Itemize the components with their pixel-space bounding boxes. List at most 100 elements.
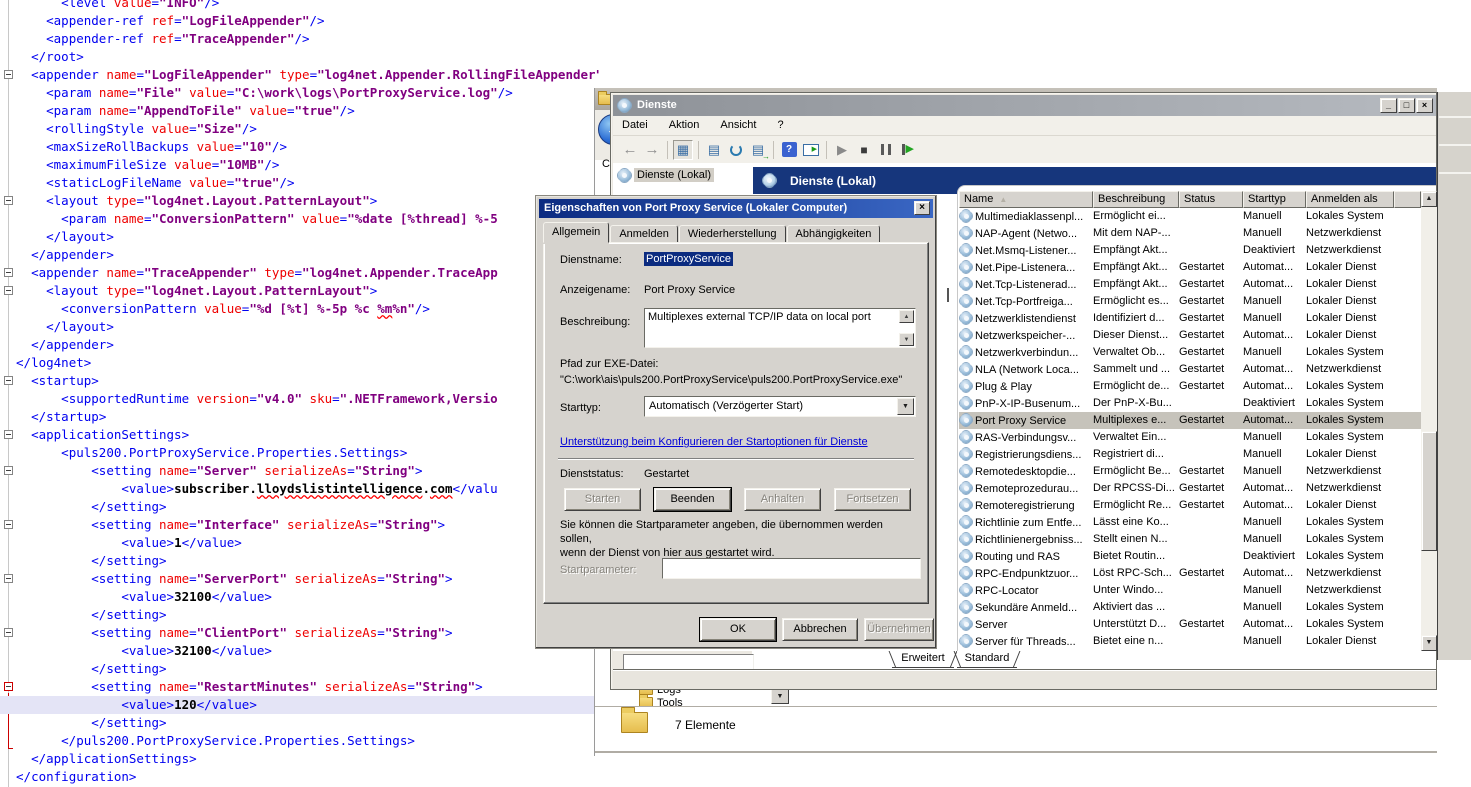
stop-button[interactable]: Beenden [654,488,731,511]
status-cell [1179,225,1243,242]
start-type-select[interactable]: Automatisch (Verzögerter Start) ▼ [644,396,916,417]
menu-aktion[interactable]: Aktion [660,116,709,134]
service-row[interactable]: ServerUnterstützt D...GestartetAutomat..… [959,616,1421,633]
tab-anmelden[interactable]: Anmelden [610,225,678,243]
menu-datei[interactable]: Datei [613,116,657,134]
tab-allgemein[interactable]: Allgemein [543,222,609,243]
service-gear-icon [960,363,972,375]
service-row[interactable]: NLA (Network Loca...Sammelt und ...Gesta… [959,361,1421,378]
service-row[interactable]: RemoteregistrierungErmöglicht Re...Gesta… [959,497,1421,514]
divider [773,141,774,159]
service-name-cell: Sekundäre Anmeld... [959,599,1093,616]
tab-abhaengigkeiten[interactable]: Abhängigkeiten [787,225,881,243]
tree-item-dienste-lokal[interactable]: Dienste (Lokal) [618,168,714,182]
status-bar-text: 7 Elemente [675,718,736,732]
service-row[interactable]: Registrierungsdiens...Registriert di...M… [959,446,1421,463]
service-row[interactable]: Port Proxy ServiceMultiplexes e...Gestar… [959,412,1421,429]
stop-service-icon[interactable]: ■ [854,140,874,160]
services-list[interactable]: Multimediaklassenpl...Ermöglicht ei...Ma… [959,208,1421,650]
restart-service-icon[interactable] [898,140,918,160]
properties-icon[interactable]: ▤ [704,140,724,160]
service-row[interactable]: Netzwerkspeicher-...Dieser Dienst...Gest… [959,327,1421,344]
refresh-icon[interactable] [726,140,746,160]
service-name-cell: Net.Msmq-Listener... [959,242,1093,259]
service-row[interactable]: PnP-X-IP-Busenum...Der PnP-X-Bu...Deakti… [959,395,1421,412]
column-header-name[interactable]: Name▲ [959,191,1093,208]
service-row[interactable]: NetzwerklistendienstIdentifiziert d...Ge… [959,310,1421,327]
tab-wiederherstellung[interactable]: Wiederherstellung [679,225,786,243]
code-line: <setting name="ClientPort" serializeAs="… [0,624,600,642]
service-row[interactable]: Net.Tcp-Portfreiga...Ermöglicht es...Ges… [959,293,1421,310]
tab-erweitert[interactable]: Erweitert [892,651,954,668]
service-row[interactable]: Richtlinienergebniss...Stellt einen N...… [959,531,1421,548]
column-header-status[interactable]: Status [1179,191,1243,208]
chevron-down-icon[interactable]: ▼ [897,398,914,415]
column-header-beschreibung[interactable]: Beschreibung [1093,191,1179,208]
service-name-cell: Net.Pipe-Listenera... [959,259,1093,276]
code-text: <level value="INFO"/> <appender-ref ref=… [0,0,600,786]
start-params-input[interactable] [662,558,921,579]
xml-code-editor[interactable]: <level value="INFO"/> <appender-ref ref=… [0,0,600,787]
address-path-fragment: C [602,158,610,170]
folder-item[interactable]: Tools [639,697,839,706]
scrollbar-thumb[interactable] [1421,431,1437,551]
service-row[interactable]: NAP-Agent (Netwo...Mit dem NAP-...Manuel… [959,225,1421,242]
column-header-anmelden-als[interactable]: Anmelden als [1306,191,1394,208]
start-button[interactable]: Starten [564,488,641,511]
menu-ansicht[interactable]: Ansicht [711,116,765,134]
back-icon[interactable]: ← [620,140,640,160]
close-icon[interactable]: × [914,201,930,215]
column-header-starttyp[interactable]: Starttyp [1243,191,1306,208]
forward-icon[interactable]: → [642,140,662,160]
service-row[interactable]: Server für Threads...Bietet eine n...Man… [959,633,1421,650]
service-row[interactable]: Plug & PlayErmöglicht de...GestartetAuto… [959,378,1421,395]
divider [826,141,827,159]
service-row[interactable]: Sekundäre Anmeld...Aktiviert das ...Manu… [959,599,1421,616]
service-row[interactable]: Richtlinie zum Entfe...Lässt eine Ko...M… [959,514,1421,531]
description-field[interactable]: Multiplexes external TCP/IP data on loca… [644,308,916,348]
export-list-icon[interactable]: ▤ [748,140,768,160]
service-name-value[interactable]: PortProxyService [644,253,733,265]
show-console-tree-icon[interactable]: ▦ [673,140,693,160]
service-row[interactable]: RAS-Verbindungsv...Verwaltet Ein...Manue… [959,429,1421,446]
cancel-button[interactable]: Abbrechen [782,618,858,641]
scroll-up-button[interactable]: ▲ [1421,191,1437,207]
service-gear-icon [960,414,972,426]
menu-help[interactable]: ? [769,116,793,134]
service-row[interactable]: RPC-LocatorUnter Windo...ManuellNetzwerk… [959,582,1421,599]
start-service-icon[interactable]: ▶ [832,140,852,160]
service-row[interactable]: Net.Msmq-Listener...Empfängt Akt...Deakt… [959,242,1421,259]
service-row[interactable]: Net.Tcp-Listenerad...Empfängt Akt...Gest… [959,276,1421,293]
service-row[interactable]: RPC-Endpunktzuor...Löst RPC-Sch...Gestar… [959,565,1421,582]
scroll-up-icon[interactable]: ▲ [899,310,914,323]
resume-button[interactable]: Fortsetzen [834,488,911,511]
startup-options-link[interactable]: Unterstützung beim Konfigurieren der Sta… [560,436,868,448]
close-button[interactable]: × [1416,98,1433,113]
service-row[interactable]: Remotedesktopdie...Ermöglicht Be...Gesta… [959,463,1421,480]
service-row[interactable]: Net.Pipe-Listenera...Empfängt Akt...Gest… [959,259,1421,276]
screen: { "colors": { "dialog_titlebar": "#0c2b8… [0,0,1471,787]
help-icon[interactable]: ? [779,140,799,160]
status-cell [1179,429,1243,446]
dialog-titlebar[interactable]: Eigenschaften von Port Proxy Service (Lo… [539,199,933,218]
logon-cell: Lokales System [1306,599,1421,616]
vertical-scrollbar[interactable]: ▲ ▼ [1421,191,1437,651]
code-line: </layout> [0,228,600,246]
services-titlebar[interactable]: Dienste _ □ × [613,95,1436,116]
service-row[interactable]: Multimediaklassenpl...Ermöglicht ei...Ma… [959,208,1421,225]
service-row[interactable]: Routing und RASBietet Routin...Deaktivie… [959,548,1421,565]
pause-button[interactable]: Anhalten [744,488,821,511]
minimize-button[interactable]: _ [1380,98,1397,113]
dropdown-button[interactable]: ▼ [771,689,789,704]
service-row[interactable]: Netzwerkverbindun...Verwaltet Ob...Gesta… [959,344,1421,361]
starttype-cell: Deaktiviert [1243,395,1306,412]
apply-button[interactable]: Übernehmen [864,618,934,641]
scroll-down-button[interactable]: ▼ [1421,635,1437,651]
extended-view-icon[interactable]: ▶ [801,140,821,160]
pause-service-icon[interactable] [876,140,896,160]
tab-standard[interactable]: Standard [957,651,1017,668]
ok-button[interactable]: OK [700,618,776,641]
scroll-down-icon[interactable]: ▼ [899,333,914,346]
service-row[interactable]: Remoteprozedurau...Der RPCSS-Di...Gestar… [959,480,1421,497]
maximize-button[interactable]: □ [1398,98,1415,113]
